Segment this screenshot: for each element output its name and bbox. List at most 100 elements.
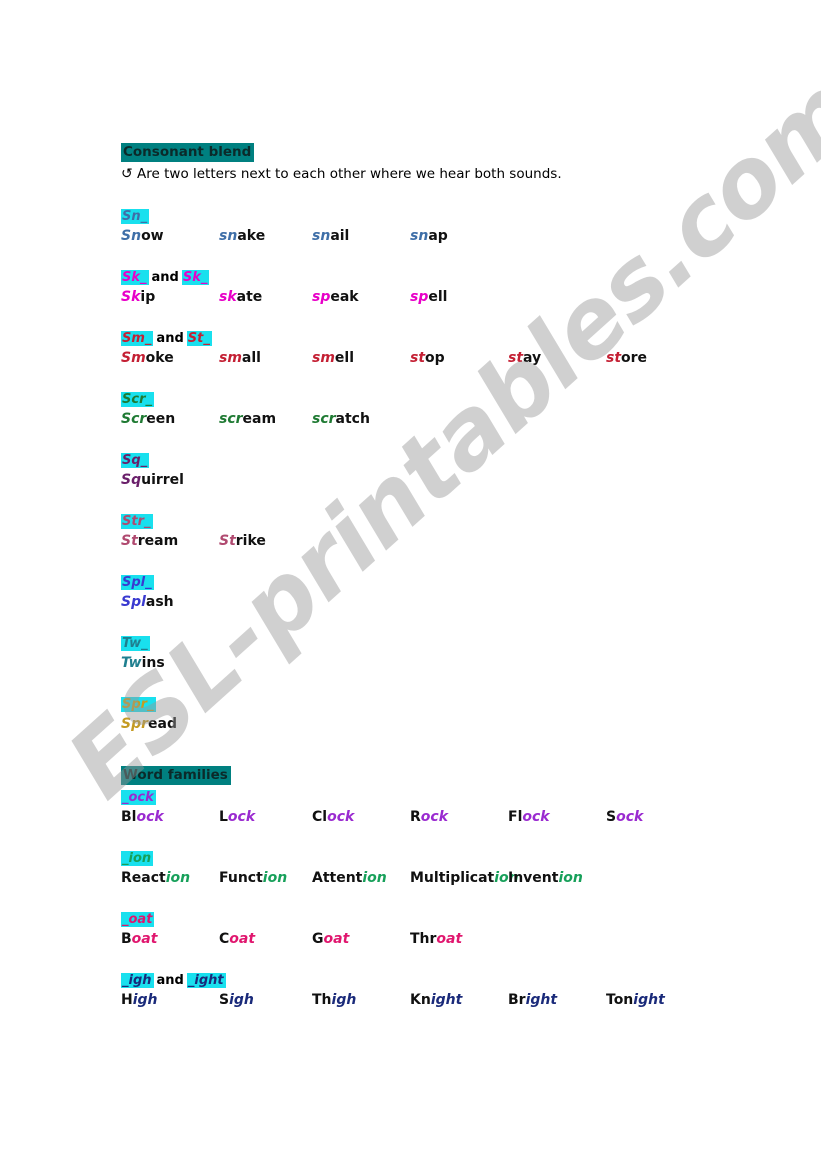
blend-label-chip-sk-sp-0: Sk_ [121,270,149,285]
word-str-1: Strike [219,531,266,552]
blend-group-tw: Tw_ Twins [121,635,781,675]
word-highlight: sn [219,228,238,244]
word-suffix: rike [235,533,266,549]
word-row-sq: Squirrel [121,470,781,492]
word-highlight: igh [331,992,357,1008]
blend-group-spr: Spr_ Spread [121,696,781,736]
blend-group-ion: _ion Reaction Function Attention Multiplicat… [121,850,781,890]
word-suffix: eam [242,411,277,427]
word-highlight: ock [420,809,449,825]
blend-label-line-sm-st: Sm_ and St_ [121,330,781,347]
worksheet-content: Consonant blend ↺ Are two letters next t… [121,143,781,1012]
word-sn-2: snail [312,226,349,247]
word-prefix: Bl [121,809,137,825]
word-prefix: Ton [606,992,634,1008]
word-scr-0: Screen [121,409,175,430]
word-highlight: St [219,533,236,549]
word-suffix: ell [334,350,355,366]
consonant-blend-intro-text: Are two letters next to each other where… [137,166,562,182]
blend-group-str: Str_ Stream Strike [121,513,781,553]
word-sn-0: Snow [121,226,164,247]
word-ion-0: Reaction [121,868,190,889]
blend-label-line-ion: _ion [121,850,781,867]
word-prefix: Invent [508,870,559,886]
word-sm-st-4: stay [508,348,541,369]
word-prefix: React [121,870,166,886]
blend-label-line-igh-ight: _igh and _ight [121,972,781,989]
word-row-oat: Boat Coat Goat Throat [121,929,781,951]
word-spr-0: Spread [121,714,177,735]
word-suffix: ins [141,655,165,671]
blend-label-line-oat: _oat [121,911,781,928]
blend-label-line-sn: Sn_ [121,208,781,225]
word-prefix: Attent [312,870,363,886]
blend-group-sq: Sq_ Squirrel [121,452,781,492]
word-sq-0: Squirrel [121,470,184,491]
blend-label-line-tw: Tw_ [121,635,781,652]
word-igh-ight-5: Tonight [606,990,665,1011]
word-ock-3: Rock [410,807,448,828]
arrow-icon: ↺ [121,166,133,182]
word-highlight: sn [410,228,429,244]
word-families-groups: _ock Block Lock Clock Rock Flock Sock _ion React… [121,789,781,1012]
word-highlight: scr [219,411,243,427]
blend-label-chip-spl-0: Spl_ [121,575,154,590]
word-oat-1: Coat [219,929,255,950]
word-highlight: ock [227,809,256,825]
blend-label-chip-tw-0: Tw_ [121,636,150,651]
word-ock-5: Sock [606,807,643,828]
blend-label-chip-str-0: Str_ [121,514,153,529]
word-suffix: ap [428,228,448,244]
word-suffix: ead [148,716,177,732]
word-highlight: ion [165,870,191,886]
word-suffix: een [146,411,176,427]
word-highlight: ock [616,809,644,825]
word-highlight: Sq [121,472,142,488]
word-highlight: ock [522,809,550,825]
blend-label-chip-igh-ight-1: _ight [186,973,226,988]
word-highlight: Sn [121,228,142,244]
blend-group-sn: Sn_ Snow snake snail snap [121,208,781,248]
blend-label-line-ock: _ock [121,789,781,806]
word-prefix: Funct [219,870,263,886]
word-sm-st-3: stop [410,348,445,369]
blend-label-chip-sn-0: Sn_ [121,209,150,224]
consonant-blend-intro: ↺ Are two letters next to each other whe… [121,164,781,184]
word-highlight: ight [633,992,665,1008]
word-row-tw: Twins [121,653,781,675]
word-prefix: S [219,992,230,1008]
word-ion-2: Attention [312,868,387,889]
word-sn-1: snake [219,226,265,247]
word-highlight: st [508,350,524,366]
word-ion-1: Function [219,868,287,889]
word-highlight: st [410,350,426,366]
word-prefix: Cl [312,809,328,825]
word-igh-ight-3: Knight [410,990,462,1011]
word-highlight: ight [430,992,463,1008]
consonant-blend-groups: Sn_ Snow snake snail snap Sk_ and Sk_ Skip skate s… [121,208,781,736]
word-suffix: ell [428,289,448,305]
word-suffix: ate [236,289,263,305]
word-highlight: igh [132,992,158,1008]
word-suffix: op [425,350,445,366]
word-scr-2: scratch [312,409,370,430]
word-row-sn: Snow snake snail snap [121,226,781,248]
worksheet-page: Consonant blend ↺ Are two letters next t… [0,0,821,1169]
word-suffix: oke [145,350,174,366]
blend-group-spl: Spl_ Splash [121,574,781,614]
blend-group-igh-ight: _igh and _ight High Sigh Thigh Knight Bright Ton… [121,972,781,1012]
word-spl-0: Splash [121,592,174,613]
word-highlight: oat [229,931,256,947]
blend-group-sm-st: Sm_ and St_ Smoke small smell stop stay store [121,330,781,370]
word-sk-sp-3: spell [410,287,447,308]
word-sk-sp-0: Skip [121,287,155,308]
word-highlight: ock [136,809,164,825]
word-suffix: ow [141,228,164,244]
section-header-word-families: Word families [121,766,231,785]
blend-label-chip-scr-0: Scr_ [121,392,154,407]
word-scr-1: scream [219,409,276,430]
word-oat-3: Throat [410,929,462,950]
word-suffix: ail [330,228,350,244]
word-tw-0: Twins [121,653,165,674]
label-conjunction: and [156,973,184,988]
